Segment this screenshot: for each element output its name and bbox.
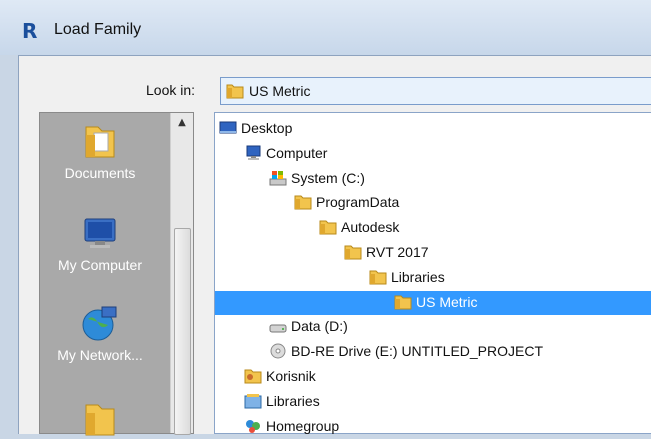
folder-tree[interactable]: Desktop Computer System (C:) ProgramData Aut…: [214, 112, 651, 434]
tree-item[interactable]: Korisnik: [215, 365, 651, 389]
tree-item[interactable]: Libraries: [215, 266, 651, 290]
folder-icon: [369, 269, 387, 287]
folder-icon: [344, 244, 362, 262]
tree-item[interactable]: BD-RE Drive (E:) UNTITLED_PROJECT: [215, 340, 651, 364]
tree-item[interactable]: Homegroup: [215, 415, 651, 439]
place-label: Documents: [64, 165, 136, 181]
place-my-network[interactable]: My Network...: [40, 303, 160, 393]
network-globe-icon: [80, 303, 120, 343]
user-folder-icon: [244, 368, 262, 386]
tree-item[interactable]: Computer: [215, 142, 651, 166]
desktop-icon: [219, 120, 237, 138]
place-folder[interactable]: [40, 399, 160, 436]
windows-drive-icon: [269, 170, 287, 188]
window-title: Load Family: [54, 21, 142, 38]
tree-item-label: Desktop: [241, 120, 293, 136]
place-my-computer[interactable]: My Computer: [40, 213, 160, 293]
look-in-dropdown[interactable]: US Metric: [220, 77, 651, 105]
folder-icon: [80, 399, 120, 439]
tree-item-label: Korisnik: [266, 368, 316, 384]
tree-item-label: Libraries: [266, 392, 320, 409]
folder-icon: [294, 194, 312, 212]
revit-logo: R: [22, 19, 38, 43]
tree-item-label: BD-RE Drive (E:) UNTITLED_PROJECT: [291, 343, 544, 360]
tree-item[interactable]: System (C:): [215, 167, 651, 191]
tree-item-label: Libraries: [391, 268, 445, 285]
place-label: My Computer: [57, 257, 143, 273]
tree-item[interactable]: Libraries: [215, 390, 651, 414]
places-scrollbar[interactable]: ▲: [170, 113, 193, 435]
folder-icon: [225, 82, 245, 100]
tree-item-label: RVT 2017: [366, 244, 429, 260]
place-label: My Network...: [57, 347, 143, 363]
tree-item[interactable]: Autodesk: [215, 216, 651, 240]
dialog-body: Look in: US Metric Documents My Computer…: [18, 55, 651, 436]
tree-item-label: Computer: [266, 144, 328, 161]
computer-icon: [244, 145, 262, 163]
hard-drive-icon: [269, 318, 287, 336]
place-documents[interactable]: Documents: [40, 121, 160, 201]
scroll-thumb[interactable]: [174, 228, 191, 435]
computer-monitor-icon: [80, 213, 120, 253]
tree-item-label: US Metric: [416, 293, 478, 310]
tree-item-label: ProgramData: [316, 194, 400, 211]
libraries-icon: [244, 393, 262, 411]
tree-item[interactable]: Desktop: [215, 117, 651, 141]
look-in-label: Look in:: [146, 82, 196, 98]
scroll-up-arrow-icon[interactable]: ▲: [171, 113, 193, 133]
places-bar: Documents My Computer My Network... ▲: [39, 112, 194, 436]
documents-folder-icon: [80, 121, 120, 161]
tree-item[interactable]: US Metric: [215, 290, 651, 315]
optical-drive-icon: [269, 343, 287, 361]
folder-icon: [319, 219, 337, 237]
folder-icon: [394, 294, 412, 312]
look-in-value: US Metric: [249, 83, 311, 99]
tree-item[interactable]: Data (D:): [215, 315, 651, 339]
tree-item[interactable]: RVT 2017: [215, 241, 651, 265]
tree-item-label: Autodesk: [341, 219, 400, 236]
title-bar[interactable]: R Load Family: [0, 0, 651, 55]
tree-item-label: System (C:): [291, 169, 365, 186]
tree-item[interactable]: ProgramData: [215, 191, 651, 215]
tree-item-label: Homegroup: [266, 417, 340, 434]
tree-item-label: Data (D:): [291, 318, 348, 335]
